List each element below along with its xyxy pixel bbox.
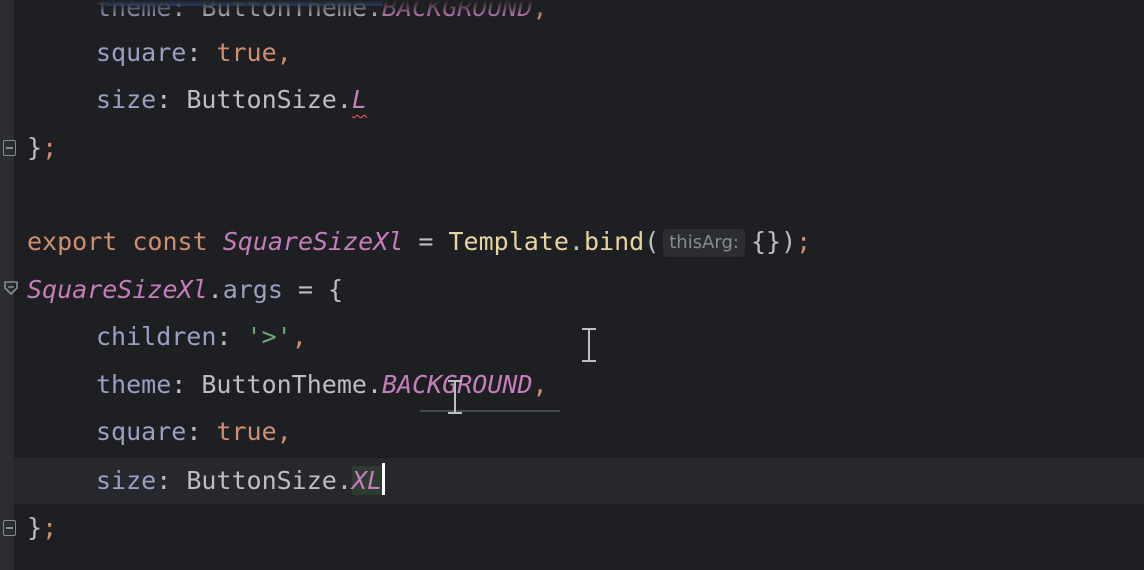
text-caret [382, 463, 386, 495]
code-text: SquareSizeXl.args = { [27, 275, 344, 304]
usage-highlight [420, 410, 560, 412]
code-text: children: '>', [96, 322, 307, 351]
current-line[interactable]: size: ButtonSize.XL [14, 458, 1144, 504]
code-text: }; [27, 133, 58, 162]
fold-open-icon[interactable] [4, 281, 18, 295]
code-text: theme: ButtonTheme.BACKGROUND, [96, 0, 548, 22]
code-text: size: ButtonSize.XL [27, 458, 386, 504]
code-text: theme: ButtonTheme.BACKGROUND, [96, 370, 548, 399]
code-text: }; [27, 513, 58, 542]
fold-close-icon[interactable] [3, 520, 16, 536]
code-line[interactable]: theme: ButtonTheme.BACKGROUND, [0, 365, 548, 405]
code-line[interactable]: square: true, [0, 412, 292, 452]
code-text: export const SquareSizeXl = Template.bin… [27, 227, 812, 257]
code-text: square: true, [96, 38, 292, 67]
code-line[interactable]: SquareSizeXl.args = { [0, 270, 343, 310]
fold-close-icon[interactable] [3, 140, 16, 156]
code-editor[interactable]: theme: ButtonTheme.BACKGROUND, square: t… [0, 0, 1144, 570]
code-text: size: ButtonSize.L [96, 85, 367, 114]
code-line[interactable]: children: '>', [0, 317, 307, 357]
code-line[interactable]: }; [0, 508, 60, 548]
code-line[interactable]: theme: ButtonTheme.BACKGROUND, [0, 0, 548, 28]
code-line[interactable]: export const SquareSizeXl = Template.bin… [0, 222, 811, 262]
code-line[interactable]: }; [0, 128, 60, 168]
code-line[interactable]: size: ButtonSize.L [0, 80, 367, 120]
text-cursor-icon [448, 380, 462, 414]
parameter-hint: thisArg: [663, 229, 745, 257]
text-cursor-icon [582, 328, 596, 362]
code-line[interactable]: square: true, [0, 33, 292, 73]
error-underline: L [351, 85, 367, 114]
code-text: square: true, [96, 417, 292, 446]
